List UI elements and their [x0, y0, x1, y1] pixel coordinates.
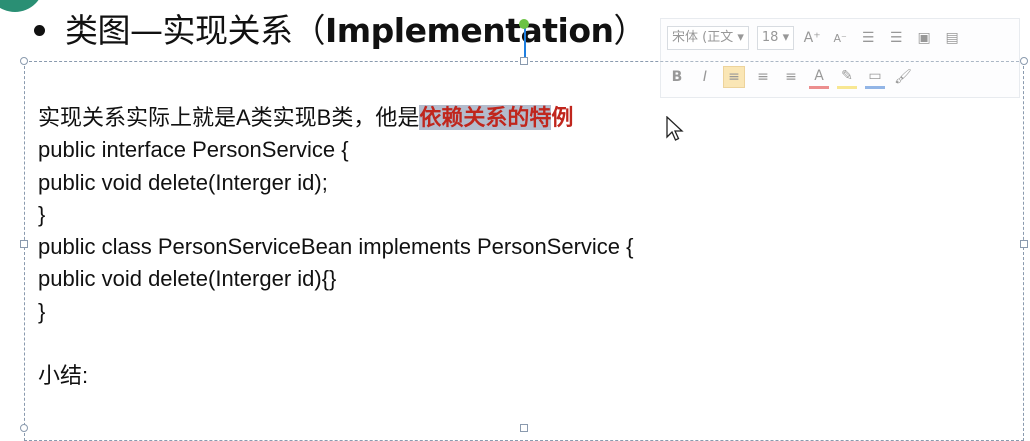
code-line: public class PersonServiceBean implement… [38, 234, 634, 260]
highlight-icon[interactable]: ✎ [837, 66, 857, 89]
title-emphasis: Implementation [325, 11, 614, 50]
rotate-handle[interactable] [519, 19, 529, 29]
format-painter-icon[interactable]: 🖌 [893, 67, 913, 87]
increase-indent-icon[interactable]: ☰ [886, 28, 906, 48]
code-line: } [38, 298, 46, 324]
align-left-icon[interactable]: ≡ [723, 66, 745, 88]
text-cursor [524, 24, 526, 58]
code-line: public void delete(Interger id); [38, 169, 328, 195]
bold-icon[interactable]: B [667, 67, 687, 87]
mini-format-toolbar[interactable]: 宋体 (正文 ▾ 18 ▾ A ⁺ A ⁻ ☰ ☰ ▣ ▤ B I ≡ ≡ ≡ A … [660, 18, 1020, 98]
title-prefix: 类图—实现关系（ [65, 11, 326, 50]
align-right-icon[interactable]: ≡ [781, 67, 801, 87]
textbox-content[interactable]: 实现关系实际上就是A类实现B类，他是依赖关系的特例 public interfa… [38, 102, 634, 393]
increase-font-icon[interactable]: A ⁺ [802, 28, 822, 48]
resize-handle-middle-right[interactable] [1020, 240, 1028, 248]
title-suffix: ） [613, 11, 647, 50]
resize-handle-bottom-left[interactable] [20, 424, 28, 432]
decrease-indent-icon[interactable]: ☰ [858, 28, 878, 48]
decrease-font-label: A [833, 31, 841, 45]
increase-font-label: A [803, 30, 814, 46]
summary-label: 小结: [38, 363, 89, 389]
resize-handle-top-middle[interactable] [520, 57, 528, 65]
intro-text: 实现关系实际上就是A类实现B类，他是 [38, 105, 420, 130]
resize-handle-middle-left[interactable] [20, 240, 28, 248]
slide-title-row: 类图—实现关系（Implementation） [34, 8, 647, 50]
shape-outline-icon[interactable]: ▭ [865, 66, 885, 89]
highlight-text-tail: 例 [551, 105, 574, 130]
code-line: public void delete(Interger id){} [38, 266, 337, 292]
intro-line: 实现关系实际上就是A类实现B类，他是依赖关系的特例 [38, 102, 634, 134]
code-line: public interface PersonService { [38, 137, 349, 163]
send-backward-icon[interactable]: ▤ [942, 28, 962, 48]
align-center-icon[interactable]: ≡ [753, 67, 773, 87]
font-name-select[interactable]: 宋体 (正文 ▾ [667, 26, 749, 50]
font-size-select[interactable]: 18 ▾ [756, 26, 795, 50]
resize-handle-bottom-middle[interactable] [520, 424, 528, 432]
font-name-value: 宋体 (正文 [672, 30, 734, 45]
bullet-icon [34, 24, 45, 36]
selected-highlight-text: 依赖关系的特 [419, 105, 552, 130]
bring-forward-icon[interactable]: ▣ [914, 28, 934, 48]
slide-title[interactable]: 类图—实现关系（Implementation） [65, 4, 647, 52]
mini-toolbar-row-2: B I ≡ ≡ ≡ A ✎ ▭ 🖌 [667, 63, 913, 91]
italic-icon[interactable]: I [695, 67, 715, 87]
font-color-icon[interactable]: A [809, 66, 829, 89]
decrease-font-icon[interactable]: A ⁻ [830, 28, 850, 48]
font-size-value: 18 [761, 30, 779, 45]
mouse-pointer-icon [666, 116, 684, 141]
resize-handle-top-right[interactable] [1020, 57, 1028, 65]
resize-handle-top-left[interactable] [20, 57, 28, 65]
code-line: } [38, 201, 46, 227]
mini-toolbar-row-1: 宋体 (正文 ▾ 18 ▾ A ⁺ A ⁻ ☰ ☰ ▣ ▤ [667, 24, 962, 52]
